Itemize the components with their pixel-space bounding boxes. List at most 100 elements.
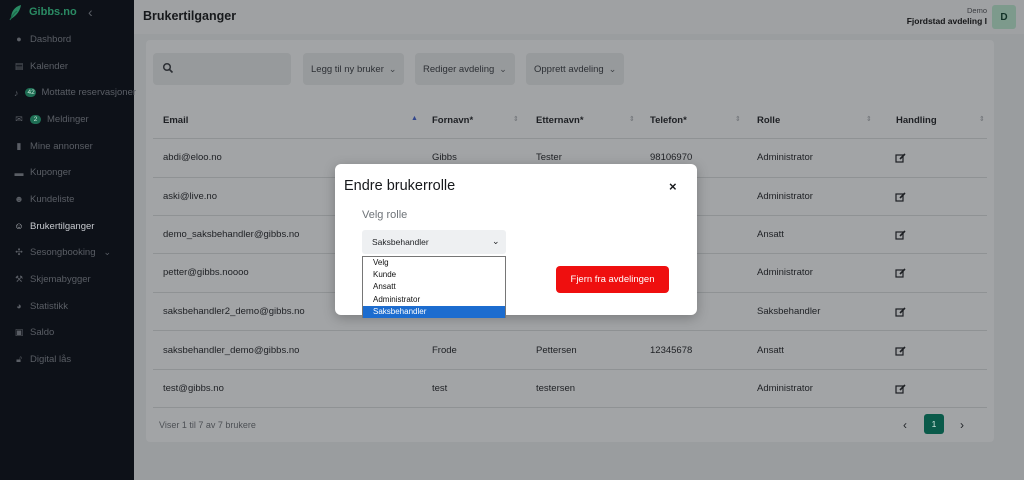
leaf-logo-icon [9, 5, 21, 21]
cell-email: test@gibbs.no [163, 383, 224, 394]
chevron-down-icon: ⌄ [492, 236, 500, 246]
sidebar-item-digital-las[interactable]: 🔓︎ Digital lås [0, 346, 134, 373]
sidebar-item-meldinger[interactable]: ✉ 2 Meldinger [0, 106, 134, 133]
sidebar-nav: ● Dashbord ▤ Kalender ♪ 42 Mottatte rese… [0, 26, 137, 373]
cell-fornavn: Gibbs [432, 152, 457, 163]
sidebar-item-label: Brukertilganger [30, 220, 95, 232]
hammer-icon: ⚒ [14, 274, 24, 285]
sidebar-item-label: Skjemabygger [30, 274, 91, 286]
sidebar-item-kundeliste[interactable]: ☻ Kundeliste [0, 186, 134, 213]
search-icon [162, 62, 174, 74]
role-select[interactable]: Saksbehandler ⌄ [362, 230, 506, 254]
divider [153, 407, 987, 408]
sidebar-item-label: Sesongbooking [30, 247, 96, 259]
sidebar-item-reservasjoner[interactable]: ♪ 42 Mottatte reservasjoner [0, 79, 137, 106]
sidebar-item-saldo[interactable]: ▣ Saldo [0, 320, 134, 347]
page-number-button[interactable]: 1 [924, 414, 944, 434]
sidebar-item-label: Mottatte reservasjoner [41, 87, 137, 99]
avatar[interactable]: D [992, 5, 1016, 29]
column-header-handling[interactable]: Handling [896, 115, 937, 126]
column-header-email[interactable]: Email [163, 115, 188, 126]
cell-fornavn: Frode [432, 345, 457, 356]
cell-email: abdi@eloo.no [163, 152, 222, 163]
role-option[interactable]: Velg [363, 257, 505, 269]
cell-email: petter@gibbs.noooo [163, 267, 249, 278]
edit-icon[interactable] [895, 307, 906, 318]
cell-email: saksbehandler_demo@gibbs.no [163, 345, 300, 356]
add-user-button[interactable]: Legg til ny bruker ⌄ [303, 53, 405, 85]
sidebar-item-brukertilganger[interactable]: ☺ Brukertilganger [0, 213, 134, 240]
sidebar-item-label: Kuponger [30, 167, 72, 179]
sort-icon[interactable]: ⇕ [629, 115, 635, 123]
sort-icon[interactable]: ⇕ [735, 115, 741, 123]
collapse-sidebar-icon[interactable]: ‹ [88, 4, 93, 20]
close-icon[interactable]: × [669, 179, 677, 194]
sidebar-item-skjemabygger[interactable]: ⚒ Skjemabygger [0, 266, 134, 293]
sidebar-item-kuponger[interactable]: ▬ Kuponger [0, 159, 134, 186]
previous-page-icon[interactable]: ‹ [903, 418, 907, 432]
search-input[interactable] [153, 53, 291, 85]
pagination-info: Viser 1 til 7 av 7 brukere [159, 420, 256, 430]
edit-icon[interactable] [895, 230, 906, 241]
sidebar-item-kalender[interactable]: ▤ Kalender [0, 53, 134, 80]
sidebar: Gibbs.no ‹ ● Dashbord ▤ Kalender ♪ 42 Mo… [0, 0, 137, 480]
edit-icon[interactable] [895, 153, 906, 164]
chevron-down-icon: ⌄ [499, 63, 507, 74]
column-header-rolle[interactable]: Rolle [757, 115, 780, 126]
mail-icon: ✉ [15, 113, 23, 124]
sidebar-item-label: Meldinger [47, 113, 89, 125]
cell-email: aski@live.no [163, 191, 217, 202]
edit-department-button[interactable]: Rediger avdeling ⌄ [415, 53, 515, 85]
column-header-etternavn[interactable]: Etternavn* [536, 115, 584, 126]
cell-rolle: Ansatt [757, 229, 784, 240]
cell-rolle: Administrator [757, 191, 813, 202]
edit-icon[interactable] [895, 384, 906, 395]
role-option-selected[interactable]: Saksbehandler [363, 305, 505, 318]
create-department-button[interactable]: Opprett avdeling ⌄ [526, 53, 625, 85]
role-option[interactable]: Ansatt [363, 281, 505, 293]
cell-etternavn: testersen [536, 383, 576, 394]
reservations-count-badge: 42 [24, 88, 36, 98]
sidebar-item-label: Kundeliste [30, 193, 75, 205]
edit-icon[interactable] [895, 346, 906, 357]
role-option[interactable]: Kunde [363, 269, 505, 281]
add-user-label: Legg til ny bruker [311, 63, 384, 75]
sidebar-item-sesongbooking[interactable]: ✣ Sesongbooking ⌄ [0, 240, 134, 267]
role-label: Velg rolle [362, 209, 408, 221]
sidebar-item-dashbord[interactable]: ● Dashbord [0, 26, 134, 53]
sidebar-item-statistikk[interactable]: ◕ Statistikk [0, 293, 134, 320]
dashboard-icon: ● [16, 34, 22, 45]
role-option[interactable]: Administrator [363, 294, 505, 306]
edit-department-label: Rediger avdeling [423, 63, 495, 75]
edit-role-modal: Endre brukerrolle × Velg rolle Saksbehan… [335, 164, 697, 318]
sort-icon[interactable]: ⇕ [866, 115, 872, 123]
edit-icon[interactable] [895, 268, 906, 279]
sort-icon[interactable]: ⇕ [979, 115, 985, 123]
sidebar-item-mine-annonser[interactable]: ▮ Mine annonser [0, 133, 134, 160]
column-header-telefon[interactable]: Telefon* [650, 115, 687, 126]
user-department[interactable]: Fjordstad avdeling I [907, 16, 987, 26]
cell-etternavn: Pettersen [536, 345, 577, 356]
next-page-icon[interactable]: › [960, 418, 964, 432]
ad-icon: ▮ [16, 140, 22, 151]
chevron-down-icon: ⌄ [608, 63, 617, 74]
sidebar-item-label: Mine annonser [30, 140, 93, 152]
modal-title: Endre brukerrolle [344, 178, 456, 194]
logo[interactable]: Gibbs.no [8, 3, 77, 21]
calendar-icon: ▤ [14, 60, 24, 71]
wallet-icon: ▣ [14, 327, 24, 338]
sort-icon[interactable]: ⇕ [513, 115, 519, 123]
sidebar-item-label: Digital lås [30, 354, 72, 366]
cell-telefon: 12345678 [650, 345, 693, 356]
column-header-fornavn[interactable]: Fornavn* [432, 115, 473, 126]
coupon-icon: ▬ [14, 167, 24, 178]
cell-rolle: Ansatt [757, 345, 784, 356]
chevron-down-icon: ⌄ [103, 247, 112, 258]
divider [153, 369, 987, 370]
sidebar-item-label: Saldo [30, 327, 55, 339]
role-select-value: Saksbehandler [372, 237, 429, 247]
edit-icon[interactable] [895, 192, 906, 203]
sort-asc-icon[interactable]: ▲ [411, 115, 418, 122]
messages-count-badge: 2 [30, 114, 41, 124]
remove-from-department-button[interactable]: Fjern fra avdelingen [556, 266, 669, 293]
